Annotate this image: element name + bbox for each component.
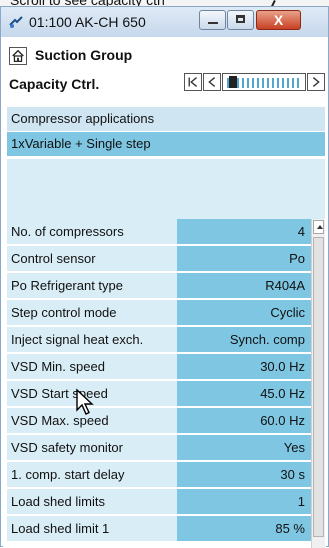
parameter-label: Po Refrigerant type (7, 273, 177, 298)
previous-page-button[interactable] (203, 73, 221, 91)
parameter-row[interactable]: No. of compressors 4 (7, 219, 311, 244)
parameter-value[interactable]: Yes (177, 435, 311, 460)
scroll-up-button[interactable] (313, 220, 324, 234)
parameter-row[interactable]: VSD Max. speed 60.0 Hz (7, 408, 311, 433)
parameter-list: No. of compressors 4 Control sensor Po P… (7, 219, 311, 548)
vertical-scrollbar[interactable] (311, 219, 325, 548)
scrollbar-thumb[interactable] (313, 237, 324, 537)
page-title: Capacity Ctrl. (9, 76, 100, 92)
maximize-icon (236, 15, 245, 23)
parameter-label: Control sensor (7, 246, 177, 271)
first-page-button[interactable] (184, 73, 202, 91)
compressor-applications-value[interactable]: 1xVariable + Single step (7, 132, 325, 156)
parameter-row[interactable]: Po Refrigerant type R404A (7, 273, 311, 298)
parameter-row[interactable]: Inject signal heat exch. Synch. comp (7, 327, 311, 352)
app-icon (9, 16, 23, 28)
parameter-row[interactable]: Step control mode Cyclic (7, 300, 311, 325)
group-title: Suction Group (35, 47, 133, 63)
parameter-label: Inject signal heat exch. (7, 327, 177, 352)
parameter-value[interactable]: 45.0 Hz (177, 381, 311, 406)
next-page-button[interactable] (307, 73, 325, 91)
parameter-label: 1. comp. start delay (7, 462, 177, 487)
parameter-label: Step control mode (7, 300, 177, 325)
maximize-button[interactable] (227, 10, 254, 30)
parameter-row[interactable]: Control sensor Po (7, 246, 311, 271)
parameter-row[interactable]: VSD Min. speed 30.0 Hz (7, 354, 311, 379)
parameter-label: Load shed limit 1 (7, 516, 177, 541)
page-slider-track (227, 78, 301, 88)
settings-panel: Compressor applications 1xVariable + Sin… (3, 103, 326, 548)
parameter-value[interactable]: 1 (177, 489, 311, 514)
chevron-up-icon (317, 225, 323, 229)
parameter-value[interactable]: 30.0 Hz (177, 354, 311, 379)
page-slider[interactable] (222, 73, 306, 91)
parameter-label: Load shed limits (7, 489, 177, 514)
mouse-cursor-icon (76, 388, 94, 415)
parameter-label: No. of compressors (7, 219, 177, 244)
close-button[interactable]: X (256, 10, 301, 30)
parameter-row[interactable]: Load shed limits 1 (7, 489, 311, 514)
parameter-label: VSD Min. speed (7, 354, 177, 379)
parameter-value[interactable]: R404A (177, 273, 311, 298)
parameter-row[interactable]: 1. comp. start delay 30 s (7, 462, 311, 487)
minimize-button[interactable] (199, 10, 226, 30)
parameter-row[interactable]: VSD safety monitor Yes (7, 435, 311, 460)
parameter-row[interactable]: Load shed limit 1 85 % (7, 516, 311, 541)
parameter-value[interactable]: 60.0 Hz (177, 408, 311, 433)
section-spacer (7, 159, 325, 219)
close-icon: X (273, 12, 284, 28)
parameter-value[interactable]: Synch. comp (177, 327, 311, 352)
parameter-value[interactable]: 85 % (177, 516, 311, 541)
parameter-label: VSD safety monitor (7, 435, 177, 460)
title-bar: 01:100 AK-CH 650 X (1, 7, 328, 37)
page-slider-thumb[interactable] (229, 76, 237, 88)
home-icon[interactable] (9, 47, 27, 65)
parameter-value[interactable]: 4 (177, 219, 311, 244)
header-toolbar: Suction Group Capacity Ctrl. (3, 43, 326, 101)
window-title: 01:100 AK-CH 650 (29, 14, 146, 30)
parameter-row[interactable]: VSD Start speed 45.0 Hz (7, 381, 311, 406)
parameter-value[interactable]: Po (177, 246, 311, 271)
app-window: 01:100 AK-CH 650 X Suction Group Capacit… (0, 6, 329, 548)
compressor-applications-label: Compressor applications (7, 107, 325, 131)
parameter-value[interactable]: 30 s (177, 462, 311, 487)
minimize-icon (208, 22, 218, 24)
parameter-value[interactable]: Cyclic (177, 300, 311, 325)
